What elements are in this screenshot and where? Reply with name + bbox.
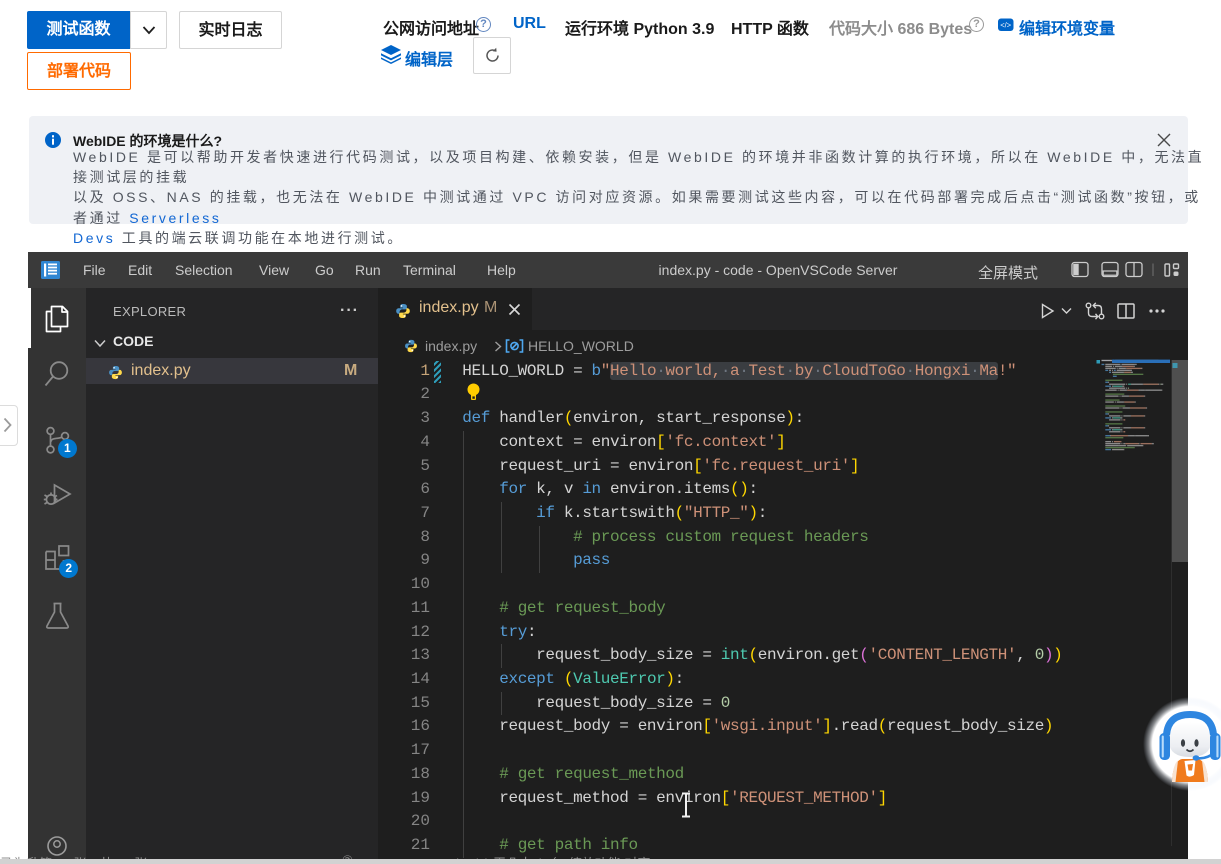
svg-text:</>: </> <box>1000 20 1011 29</box>
